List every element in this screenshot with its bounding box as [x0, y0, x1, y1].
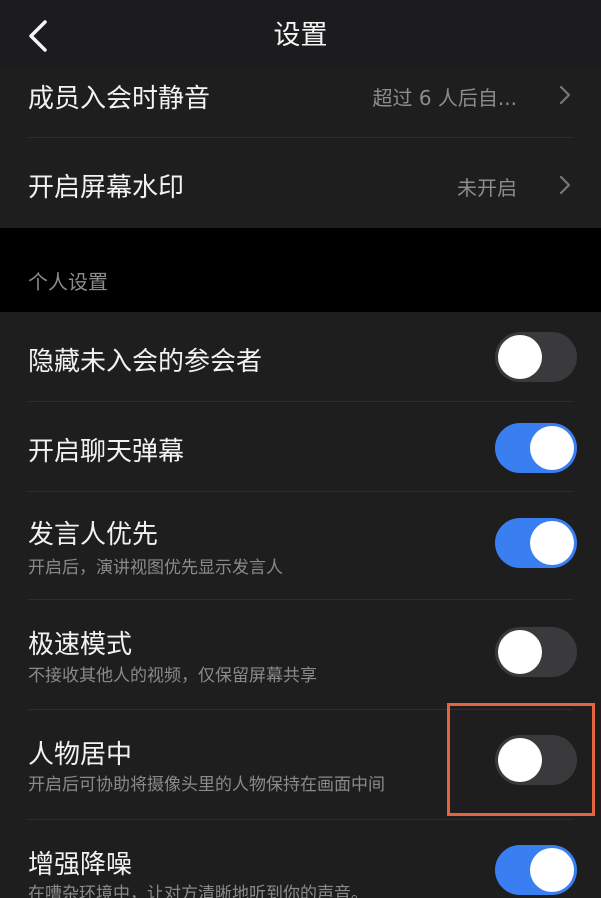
- toggle-knob: [530, 848, 574, 892]
- setting-label: 开启屏幕水印: [28, 173, 185, 203]
- setting-subtitle: 不接收其他人的视频，仅保留屏幕共享: [28, 666, 317, 686]
- setting-subtitle: 在嘈杂环境中，让对方清晰地听到你的声音。: [28, 884, 368, 898]
- page-title: 设置: [273, 20, 328, 51]
- setting-label: 发言人优先: [28, 520, 159, 550]
- toggle-knob: [498, 630, 542, 674]
- chevron-right-icon: [559, 175, 571, 195]
- toggle-switch[interactable]: [495, 845, 577, 895]
- toggle-switch[interactable]: [495, 332, 577, 382]
- setting-row-hide-absent: 隐藏未入会的参会者: [0, 312, 601, 402]
- setting-value: 未开启: [457, 176, 517, 200]
- toggle-switch[interactable]: [495, 423, 577, 473]
- setting-subtitle: 开启后可协助将摄像头里的人物保持在画面中间: [28, 775, 385, 795]
- setting-label: 人物居中: [28, 740, 133, 770]
- setting-row-speed-mode: 极速模式 不接收其他人的视频，仅保留屏幕共享: [0, 600, 601, 710]
- setting-row-noise-reduction: 增强降噪 在嘈杂环境中，让对方清晰地听到你的声音。: [0, 820, 601, 898]
- chevron-right-icon: [559, 85, 571, 105]
- setting-row-watermark[interactable]: 开启屏幕水印 未开启: [0, 138, 601, 228]
- setting-label: 成员入会时静音: [28, 84, 211, 114]
- setting-subtitle: 开启后，演讲视图优先显示发言人: [28, 558, 283, 578]
- setting-row-chat-barrage: 开启聊天弹幕: [0, 402, 601, 492]
- toggle-switch[interactable]: [495, 627, 577, 677]
- toggle-knob: [530, 426, 574, 470]
- setting-label: 极速模式: [28, 630, 133, 660]
- section-title: 个人设置: [28, 270, 108, 294]
- setting-label: 增强降噪: [28, 850, 133, 880]
- toggle-knob: [530, 521, 574, 565]
- nav-bar: 设置: [0, 0, 601, 70]
- toggle-switch[interactable]: [495, 518, 577, 568]
- setting-label: 隐藏未入会的参会者: [28, 347, 263, 377]
- setting-label: 开启聊天弹幕: [28, 437, 185, 467]
- highlight-box: [447, 703, 595, 816]
- setting-row-mute-on-join[interactable]: 成员入会时静音 超过 6 人后自...: [0, 70, 601, 138]
- setting-row-speaker-priority: 发言人优先 开启后，演讲视图优先显示发言人: [0, 492, 601, 600]
- section-header-personal: 个人设置: [0, 228, 601, 312]
- toggle-knob: [498, 335, 542, 379]
- setting-value: 超过 6 人后自...: [372, 86, 517, 110]
